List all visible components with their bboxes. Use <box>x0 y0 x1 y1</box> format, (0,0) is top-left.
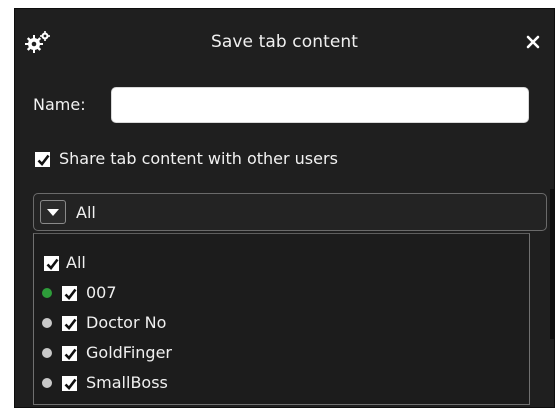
list-item-label: GoldFinger <box>86 343 172 362</box>
name-label: Name: <box>33 95 86 114</box>
chevron-down-icon <box>47 209 59 216</box>
dialog-edge-shadow <box>550 189 554 339</box>
checkbox-all[interactable] <box>44 256 59 271</box>
status-offline-icon <box>42 348 52 358</box>
status-online-icon <box>42 288 52 298</box>
name-row: Name: <box>33 87 547 123</box>
status-offline-icon <box>42 318 52 328</box>
share-label: Share tab content with other users <box>59 149 338 168</box>
dialog-title: Save tab content <box>210 32 359 52</box>
share-checkbox[interactable] <box>35 152 50 167</box>
checkbox-user[interactable] <box>62 316 77 331</box>
list-item-label: All <box>66 253 86 272</box>
close-icon[interactable] <box>526 35 540 49</box>
checkbox-user[interactable] <box>62 346 77 361</box>
dropdown-selected-value: All <box>76 203 96 222</box>
dialog-header: Save tab content <box>15 9 554 77</box>
list-item-label: SmallBoss <box>86 373 168 392</box>
checkbox-user[interactable] <box>62 376 77 391</box>
save-tab-dialog: Save tab content Name: Share tab content… <box>14 8 555 408</box>
checkbox-user[interactable] <box>62 286 77 301</box>
dropdown-toggle-button[interactable] <box>40 200 66 224</box>
user-filter-list: All 007 Doctor No GoldFinger SmallBoss <box>33 233 530 405</box>
user-filter-dropdown[interactable]: All <box>33 193 547 231</box>
status-offline-icon <box>42 378 52 388</box>
list-item-label: 007 <box>86 283 117 302</box>
list-item-label: Doctor No <box>86 313 167 332</box>
name-input[interactable] <box>111 87 529 123</box>
